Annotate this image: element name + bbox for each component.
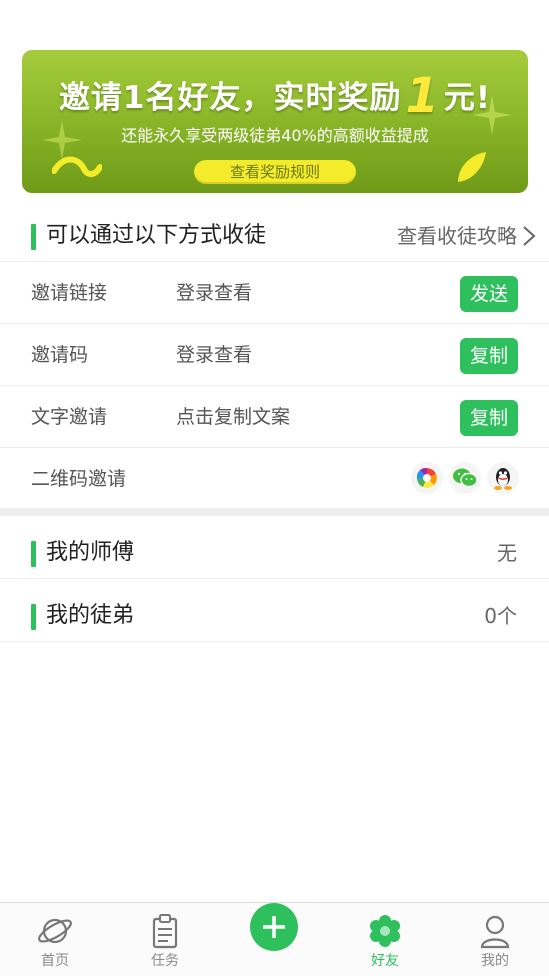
- my-master-title: 我的师傅: [46, 540, 135, 565]
- invite-link-row: 邀请链接 登录查看 发送: [0, 262, 549, 324]
- section-accent-bar: [31, 224, 36, 250]
- banner-subtitle: 还能永久享受两级徒弟40%的高额收益提成: [121, 126, 429, 145]
- banner-headline: 邀请1名好友，实时奖励1 元!: [22, 68, 528, 124]
- copy-invite-code-button[interactable]: 复制: [460, 338, 518, 374]
- invite-code-row: 邀请码 登录查看 复制: [0, 324, 549, 386]
- tab-tasks[interactable]: 任务: [110, 903, 220, 976]
- plus-icon: [263, 916, 285, 938]
- leaf-decoration: [458, 152, 486, 182]
- qq-icon[interactable]: [487, 462, 519, 494]
- my-apprentices-count: 0个: [484, 604, 517, 628]
- recruit-section-header: 可以通过以下方式收徒 查看收徒攻略: [0, 210, 549, 262]
- flower-icon: [370, 915, 400, 947]
- moments-icon[interactable]: [411, 462, 443, 494]
- tab-home-label: 首页: [41, 953, 69, 969]
- invite-reward-banner[interactable]: 邀请1名好友，实时奖励1 元! 还能永久享受两级徒弟40%的高额收益提成 查看奖励…: [22, 50, 528, 193]
- section-accent-bar: [31, 541, 36, 567]
- copy-invite-text-button[interactable]: 复制: [460, 400, 518, 436]
- tab-friends-label: 好友: [371, 953, 399, 969]
- banner-reward-amount: 1: [405, 68, 440, 124]
- banner-headline-suffix: 元!: [443, 80, 492, 116]
- text-invite-label: 文字邀请: [31, 406, 108, 428]
- my-apprentices-row[interactable]: 我的徒弟 0个: [0, 590, 549, 642]
- tab-tasks-label: 任务: [151, 953, 179, 969]
- share-icons: [411, 462, 519, 494]
- my-master-value: 无: [497, 541, 517, 565]
- invite-code-value[interactable]: 登录查看: [176, 340, 252, 370]
- recruit-section-title: 可以通过以下方式收徒: [46, 223, 267, 248]
- qr-invite-row: 二维码邀请: [0, 448, 549, 508]
- clipboard-icon: [152, 914, 178, 949]
- my-master-row[interactable]: 我的师傅 无: [0, 527, 549, 579]
- tab-mine-label: 我的: [481, 953, 509, 969]
- section-divider: [0, 508, 549, 516]
- qr-invite-label: 二维码邀请: [31, 468, 127, 490]
- view-reward-rules-button[interactable]: 查看奖励规则: [194, 160, 356, 184]
- recruit-guide-link[interactable]: 查看收徒攻略: [397, 220, 517, 252]
- text-invite-row: 文字邀请 点击复制文案 复制: [0, 386, 549, 448]
- tab-mine[interactable]: 我的: [440, 903, 549, 976]
- text-invite-value[interactable]: 点击复制文案: [176, 402, 290, 432]
- tab-home[interactable]: 首页: [0, 903, 110, 976]
- add-button[interactable]: [250, 903, 298, 951]
- planet-icon: [38, 918, 72, 944]
- send-invite-link-button[interactable]: 发送: [460, 276, 518, 312]
- user-icon: [480, 915, 510, 949]
- invite-link-value[interactable]: 登录查看: [176, 278, 252, 308]
- banner-headline-prefix: 邀请1名好友，实时奖励: [58, 80, 402, 116]
- ribbon-decoration: [52, 156, 102, 177]
- tab-friends[interactable]: 好友: [330, 903, 440, 976]
- section-accent-bar: [31, 604, 36, 630]
- invite-link-label: 邀请链接: [31, 282, 108, 304]
- my-apprentices-title: 我的徒弟: [46, 603, 135, 628]
- wechat-icon[interactable]: [449, 462, 481, 494]
- invite-code-label: 邀请码: [31, 344, 89, 366]
- chevron-right-icon[interactable]: [519, 222, 539, 250]
